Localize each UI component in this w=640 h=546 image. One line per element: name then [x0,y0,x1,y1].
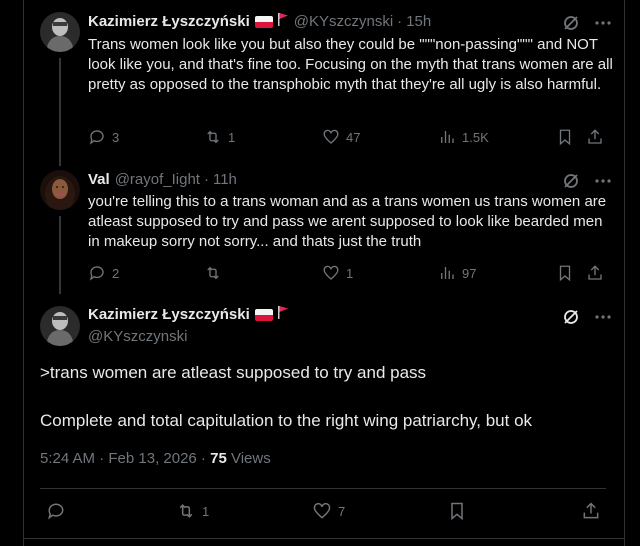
like-count: 47 [346,129,361,145]
timestamp[interactable]: 11h [213,170,237,190]
tweet-timestamp[interactable]: 5:24 AM · Feb 13, 2026 · [40,450,210,467]
avatar[interactable] [40,306,80,346]
reply-button[interactable] [46,501,72,521]
bookmark-button[interactable] [556,264,574,282]
repost-button[interactable]: 1 [176,501,209,521]
thread-line [59,216,61,294]
thread-line [59,58,61,166]
red-flag-icon [277,305,289,325]
reply-icon [89,266,104,281]
views-count: 1.5K [462,129,489,145]
poland-flag-icon [254,309,273,321]
like-icon [323,129,339,144]
bookmark-button[interactable] [556,128,574,146]
more-icon[interactable] [594,14,612,32]
handle[interactable]: @KYszczynski [88,327,289,347]
tweet-text: Trans women look like you but also they … [88,36,613,93]
like-count: 1 [346,265,354,281]
main-tweet-line: Complete and total capitulation to the r… [40,411,533,430]
main-tweet-line: >trans women are atleast supposed to try… [40,363,427,382]
tweet-actions: 2 1 97 [88,264,608,284]
repost-icon [207,266,219,280]
divider [40,488,606,489]
like-button[interactable]: 1 [322,264,353,282]
views-label: Views [226,450,271,467]
like-button[interactable]: 47 [322,128,360,146]
share-button[interactable] [581,501,601,521]
grok-icon[interactable] [562,172,580,190]
reply-count: 3 [112,129,120,145]
tweet-text: you're telling this to a trans woman and… [88,193,607,250]
views-button[interactable]: 97 [438,264,476,282]
grok-icon[interactable] [562,308,580,326]
main-author-name-row: Kazimierz Łyszczyński [88,305,289,325]
like-icon [323,265,339,280]
tweet-top-icons [562,172,612,190]
separator-dot: · [397,13,403,30]
repost-icon [179,504,193,518]
divider [23,538,625,539]
share-icon [583,502,599,519]
more-icon[interactable] [594,172,612,190]
tweet-header: Kazimierz Łyszczyński @KYszczynski · 15h [88,12,431,32]
repost-count: 1 [228,129,236,145]
share-icon [588,265,602,280]
like-count: 7 [338,503,346,519]
tweet-actions: 3 1 47 1.5K [88,128,608,148]
views-button[interactable]: 1.5K [438,128,489,146]
share-button[interactable] [586,264,604,282]
red-flag-icon [277,12,289,32]
bookmark-icon [559,265,571,282]
share-button[interactable] [586,128,604,146]
more-icon[interactable] [594,308,612,326]
reply-icon [48,503,64,520]
repost-button[interactable]: 1 [204,128,235,146]
handle[interactable]: @KYszczynski [294,12,393,32]
like-icon [313,502,331,519]
display-name[interactable]: Kazimierz Łyszczyński [88,305,250,325]
tweet-meta: 5:24 AM · Feb 13, 2026 · 75 Views [40,449,271,469]
tweet-top-icons [562,308,612,326]
like-button[interactable]: 7 [312,501,345,521]
bookmark-icon [559,129,571,146]
share-icon [588,129,602,144]
tweet-top-icons [562,14,612,32]
bookmark-icon [451,502,463,521]
main-author: Kazimierz Łyszczyński @KYszczynski [88,305,289,347]
display-name[interactable]: Kazimierz Łyszczyński [88,12,250,32]
main-tweet-actions: 1 7 [40,501,606,521]
timestamp[interactable]: 15h [406,12,431,32]
tweet-header: Val @rayof_Iight · 11h [88,170,237,190]
avatar[interactable] [40,170,80,210]
grok-icon[interactable] [562,14,580,32]
avatar[interactable] [40,12,80,52]
views-count: 75 [210,450,227,467]
reply-button[interactable]: 3 [88,128,119,146]
repost-icon [207,130,219,144]
views-icon [441,131,454,143]
reply-count: 2 [112,265,120,281]
bookmark-button[interactable] [447,501,467,521]
reply-button[interactable]: 2 [88,264,119,282]
reply-icon [89,130,104,145]
views-icon [441,267,454,279]
views-count: 97 [462,265,477,281]
repost-button[interactable] [204,264,228,282]
handle[interactable]: @rayof_Iight [115,170,200,190]
poland-flag-icon [254,16,273,28]
repost-count: 1 [202,503,210,519]
display-name[interactable]: Val [88,170,110,190]
separator-dot: · [203,171,209,188]
